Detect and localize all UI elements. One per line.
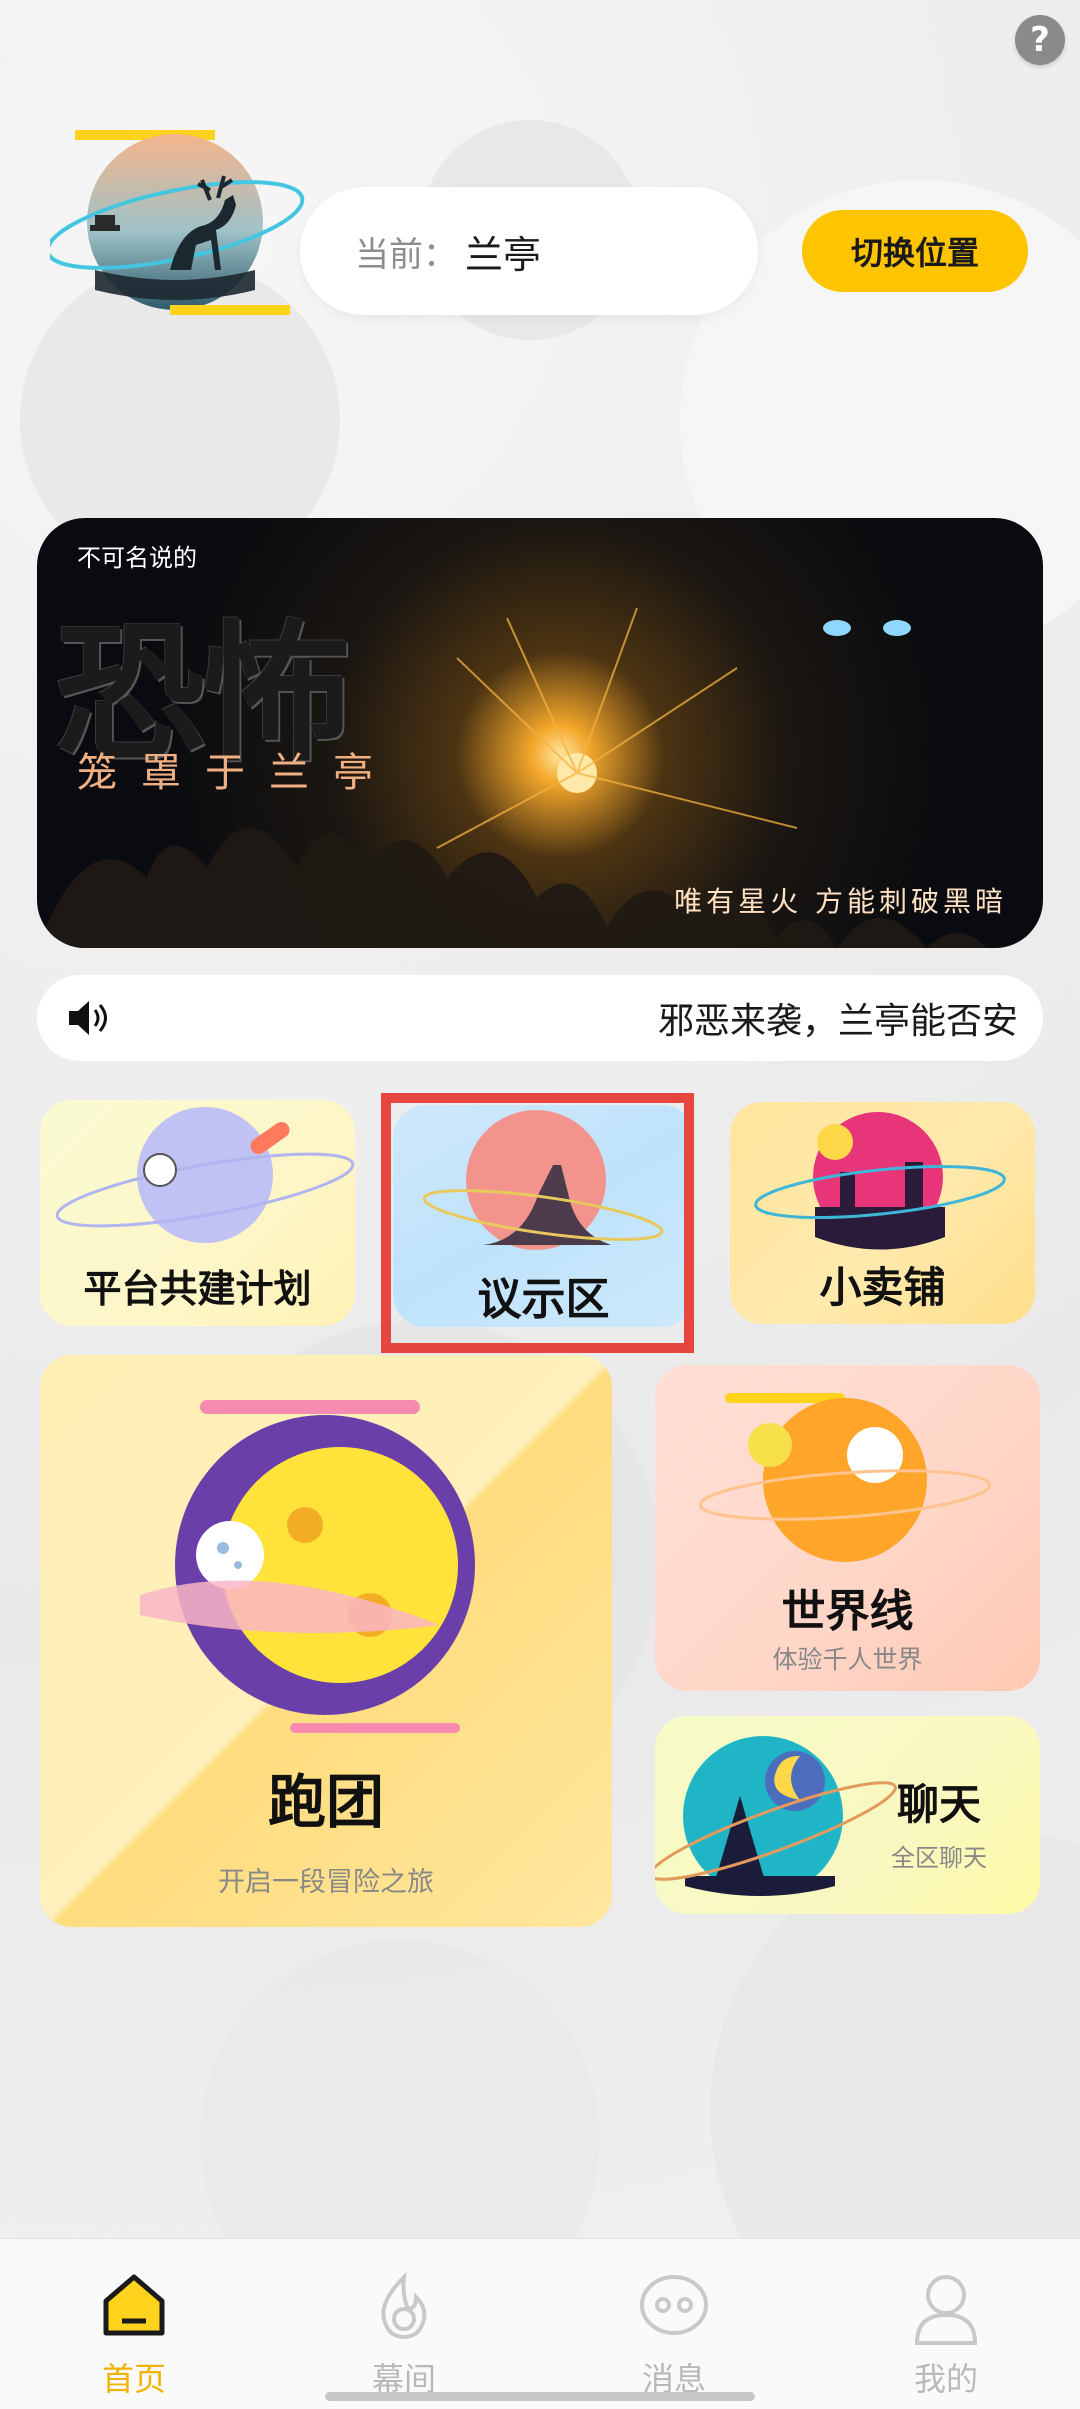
- message-face-icon: [640, 2275, 708, 2335]
- home-icon: [103, 2274, 165, 2336]
- speaker-icon: [69, 1001, 107, 1035]
- tile-team-subtitle: 开启一段冒险之旅: [218, 1867, 434, 1898]
- help-button[interactable]: ?: [1015, 15, 1065, 65]
- purple-moon-planet-icon: [140, 1400, 475, 1733]
- tile-worldline-subtitle: 体验千人世界: [772, 1645, 923, 1674]
- nav-item-messages[interactable]: 消息: [584, 2239, 764, 2409]
- tile-team-label: 跑团: [267, 1768, 384, 1836]
- tile-chat[interactable]: 聊天 全区聊天: [655, 1716, 1040, 1914]
- tile-chat-label: 聊天: [896, 1780, 981, 1829]
- banner-subtitle: 笼罩于兰亭: [77, 750, 397, 796]
- switch-location-button[interactable]: 切换位置: [802, 210, 1028, 292]
- nav-label-home: 首页: [101, 2360, 166, 2398]
- nav-item-profile[interactable]: 我的: [856, 2239, 1036, 2409]
- location-prefix: 当前：: [355, 234, 457, 275]
- bottom-navigation: 首页 幕间 消息 我的: [0, 2238, 1080, 2409]
- nav-item-home[interactable]: 首页: [44, 2239, 224, 2409]
- nav-label-profile: 我的: [913, 2360, 978, 2398]
- flame-icon: [381, 2271, 427, 2340]
- tile-worldline-label: 世界线: [781, 1586, 914, 1637]
- announcement-text: 邪恶来袭，兰亭能否安: [657, 1001, 1018, 1042]
- tile-platform-plan[interactable]: 平台共建计划: [40, 1100, 355, 1326]
- banner-small-title: 不可名说的: [77, 544, 197, 572]
- nav-item-interlude[interactable]: 幕间: [314, 2239, 494, 2409]
- profile-icon: [914, 2275, 978, 2345]
- tile-chat-subtitle: 全区聊天: [891, 1844, 987, 1872]
- event-banner[interactable]: 不可名说的 恐怖 笼罩于兰亭 唯有星火 方能刺破黑暗: [37, 518, 1043, 948]
- tile-worldline[interactable]: 世界线 体验千人世界: [655, 1365, 1040, 1691]
- current-location-pill: 当前： 兰亭: [300, 187, 758, 315]
- home-indicator: [325, 2392, 755, 2401]
- tile-shop-label: 小卖铺: [819, 1263, 946, 1312]
- highlight-box: [381, 1093, 694, 1353]
- announcement-bar[interactable]: 邪恶来袭，兰亭能否安: [37, 975, 1043, 1061]
- banner-slogan: 唯有星火 方能刺破黑暗: [674, 885, 1007, 918]
- tile-platform-label: 平台共建计划: [83, 1267, 312, 1311]
- location-emblem: [45, 130, 320, 320]
- tile-shop[interactable]: 小卖铺: [730, 1102, 1035, 1324]
- location-value: 兰亭: [465, 232, 542, 277]
- tile-adventure-team[interactable]: 跑团 开启一段冒险之旅: [40, 1355, 612, 1927]
